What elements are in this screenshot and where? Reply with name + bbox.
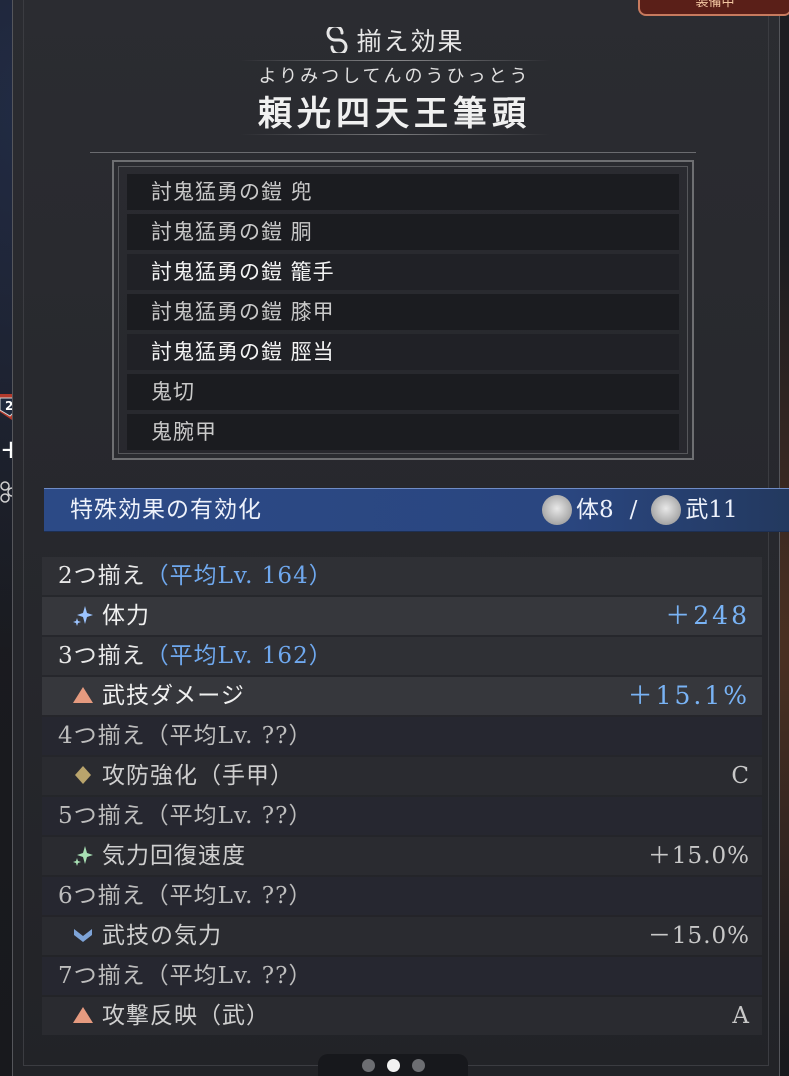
equipment-item[interactable]: 討鬼猛勇の鎧 兜 — [127, 174, 679, 210]
effect-name: 体力 — [102, 603, 150, 629]
page-dot[interactable] — [361, 1058, 375, 1072]
set-effect-row[interactable]: 体力 ＋248 — [42, 597, 762, 635]
special-effect-label: 特殊効果の有効化 — [70, 497, 262, 523]
requirement-separator: / — [629, 497, 638, 523]
effect-value: ＋15.1% — [627, 681, 750, 710]
effect-name: 武技ダメージ — [102, 683, 245, 709]
set-tier-header: 4つ揃え（平均Lv. ??） — [42, 717, 762, 755]
tier-average-level: （平均Lv. ??） — [145, 883, 313, 909]
set-effects-list: 2つ揃え（平均Lv. 164） 体力 ＋248 3つ揃え（平均Lv. 162） 武技ダメ… — [42, 557, 762, 1037]
equipment-item[interactable]: 鬼切 — [127, 374, 679, 410]
tier-average-level: （平均Lv. 164） — [145, 563, 333, 589]
list-frame-line — [90, 152, 696, 153]
skill-requirement: 武11 — [685, 497, 738, 523]
tier-count: 4つ揃え — [58, 723, 146, 749]
sparkle-blue-icon — [73, 606, 93, 626]
body-stat-icon — [542, 495, 572, 525]
tier-average-level: （平均Lv. ??） — [145, 963, 313, 989]
tier-average-level: （平均Lv. 162） — [145, 643, 333, 669]
equipment-list: 討鬼猛勇の鎧 兜討鬼猛勇の鎧 胴討鬼猛勇の鎧 籠手 討鬼猛勇の鎧 膝甲 討鬼猛勇の鎧… — [127, 174, 679, 454]
triangle-up-orange-icon — [73, 1007, 93, 1023]
set-link-icon — [327, 27, 348, 53]
set-effect-row[interactable]: 武技ダメージ ＋15.1% — [42, 677, 762, 715]
tier-count: 5つ揃え — [58, 803, 146, 829]
effect-value: ＋15.0% — [647, 843, 750, 869]
tier-average-level: （平均Lv. ??） — [145, 803, 313, 829]
equipment-item[interactable]: 討鬼猛勇の鎧 脛当 — [127, 334, 679, 370]
effect-value: A — [732, 1003, 750, 1029]
equipment-item[interactable]: 討鬼猛勇の鎧 籠手 — [127, 254, 679, 290]
equipment-item[interactable]: 鬼腕甲 — [127, 414, 679, 450]
diamond-gold-icon — [75, 766, 91, 784]
set-effect-row[interactable]: 攻防強化（手甲） C — [42, 757, 762, 795]
title-divider — [240, 60, 550, 61]
effect-name: 気力回復速度 — [102, 843, 246, 869]
triangle-up-orange-icon — [73, 687, 93, 703]
set-name: 頼光四天王筆頭 — [258, 94, 531, 134]
equipment-item[interactable]: 討鬼猛勇の鎧 膝甲 — [127, 294, 679, 330]
set-furigana: よりみつしてんのうひっとう — [258, 66, 531, 87]
effect-name: 攻防強化（手甲） — [102, 763, 294, 789]
pagination — [318, 1054, 468, 1076]
tier-count: 6つ揃え — [58, 883, 146, 909]
tier-count: 7つ揃え — [58, 963, 146, 989]
page-dot[interactable] — [386, 1058, 400, 1072]
set-tier-header: 7つ揃え（平均Lv. ??） — [42, 957, 762, 995]
effect-name: 武技の気力 — [102, 923, 222, 949]
effect-value: C — [731, 763, 750, 789]
set-effect-row[interactable]: 攻撃反映（武） A — [42, 997, 762, 1035]
tier-count: 3つ揃え — [58, 643, 146, 669]
tier-average-level: （平均Lv. ??） — [145, 723, 313, 749]
stat-requirements: 体8 / 武11 — [542, 489, 738, 531]
tier-count: 2つ揃え — [58, 563, 146, 589]
set-tier-header: 2つ揃え（平均Lv. 164） — [42, 557, 762, 595]
set-tier-header: 6つ揃え（平均Lv. ??） — [42, 877, 762, 915]
set-effect-row[interactable]: 武技の気力 －15.0% — [42, 917, 762, 955]
equipment-item[interactable]: 討鬼猛勇の鎧 胴 — [127, 214, 679, 250]
skill-stat-icon — [651, 495, 682, 525]
equipped-tab-button[interactable]: 装備中 — [638, 0, 789, 16]
effect-value: ＋248 — [665, 601, 750, 630]
sparkle-green-icon — [73, 846, 93, 866]
set-name-divider — [240, 134, 550, 135]
chevron-down-blue-icon — [74, 929, 92, 942]
special-effect-bar: 特殊効果の有効化 体8 / 武11 — [44, 488, 789, 532]
set-tier-header: 3つ揃え（平均Lv. 162） — [42, 637, 762, 675]
effect-value: －15.0% — [647, 923, 750, 949]
set-effect-row[interactable]: 気力回復速度 ＋15.0% — [42, 837, 762, 875]
page-dot[interactable] — [411, 1058, 425, 1072]
effect-name: 攻撃反映（武） — [102, 1003, 270, 1029]
set-tier-header: 5つ揃え（平均Lv. ??） — [42, 797, 762, 835]
section-title: 揃え効果 — [356, 27, 465, 56]
body-requirement: 体8 — [576, 497, 614, 523]
panel-header: 揃え効果 — [0, 20, 789, 61]
